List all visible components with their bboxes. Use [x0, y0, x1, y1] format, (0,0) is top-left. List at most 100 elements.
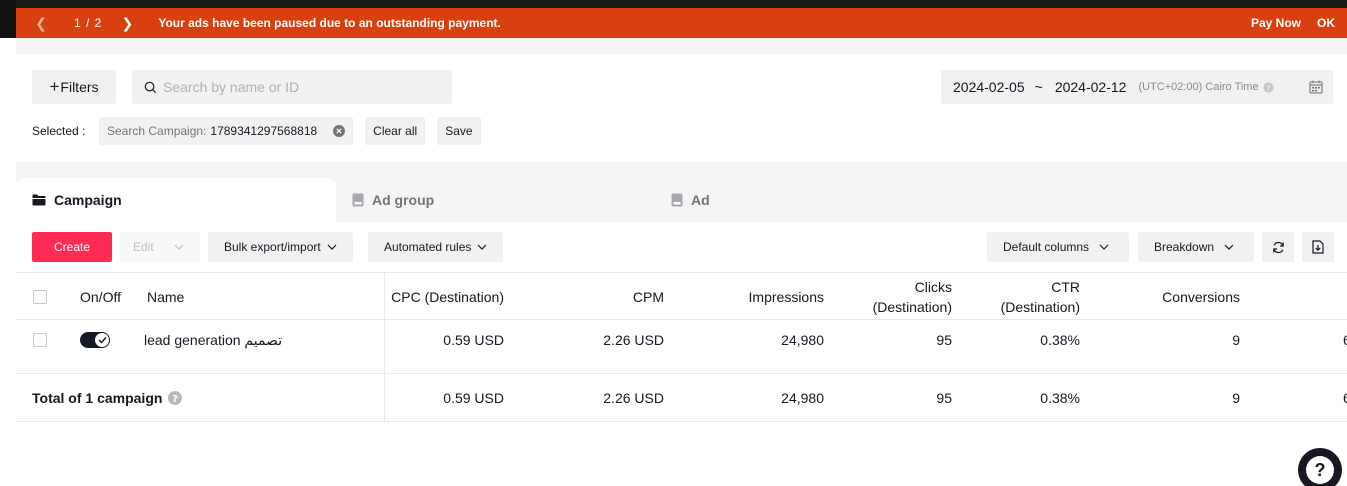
refresh-button[interactable]	[1262, 232, 1294, 262]
chevron-down-icon	[477, 244, 487, 250]
chevron-down-icon	[327, 244, 337, 250]
select-all-cell	[33, 273, 47, 320]
header-clicks[interactable]: Clicks (Destination)	[832, 273, 952, 320]
search-icon	[144, 81, 157, 93]
row-checkbox[interactable]	[33, 333, 47, 347]
payment-alert-banner: ❮ 1 / 2 ❯ Your ads have been paused due …	[16, 8, 1347, 38]
header-name[interactable]: Name	[147, 273, 184, 320]
rules-label: Automated rules	[384, 240, 472, 254]
chevron-down-icon	[174, 244, 184, 250]
banner-message: Your ads have been paused due to an outs…	[158, 16, 501, 30]
tab-label: Ad group	[372, 192, 435, 208]
search-box[interactable]	[132, 70, 452, 104]
banner-pager: ❮ 1 / 2 ❯	[32, 15, 136, 32]
svg-text:?: ?	[1266, 83, 1270, 92]
select-all-checkbox[interactable]	[33, 289, 47, 304]
cell-cpm: 2.26 USD	[603, 332, 664, 348]
filters-label: Filters	[60, 79, 99, 95]
question-icon: ?	[1306, 456, 1334, 484]
cell-clicks: 95	[936, 332, 952, 348]
header-ctr[interactable]: CTR (Destination)	[960, 273, 1080, 320]
header-conversions[interactable]: Conversions	[1120, 273, 1240, 320]
date-separator: ~	[1034, 79, 1043, 95]
calendar-icon[interactable]	[1309, 80, 1323, 94]
fixed-column-divider	[384, 374, 385, 421]
tab-ad[interactable]: Ad	[671, 178, 710, 222]
date-end: 2024-02-12	[1054, 79, 1127, 95]
selected-filters-row: Selected : Search Campaign: 178934129756…	[32, 117, 481, 145]
pay-now-link[interactable]: Pay Now	[1251, 16, 1301, 30]
table-toolbar: Create Edit Bulk export/import Automated…	[16, 232, 1347, 262]
total-label: Total of 1 campaign ?	[32, 388, 183, 408]
filter-tag-value: 1789341297568818	[210, 124, 318, 138]
selected-label: Selected :	[32, 124, 86, 138]
chevron-down-icon	[1224, 244, 1234, 250]
automated-rules-button[interactable]: Automated rules	[368, 232, 504, 262]
chevron-left-icon[interactable]: ❮	[32, 15, 50, 32]
ad-icon	[671, 193, 683, 207]
plus-icon: +	[49, 77, 60, 96]
date-range-picker[interactable]: 2024-02-05 ~ 2024-02-12 (UTC+02:00) Cair…	[941, 70, 1333, 104]
filter-panel: + Filters 2024-02-05 ~ 2024-02-12 (UTC+0…	[16, 54, 1347, 162]
fixed-column-divider	[384, 320, 385, 373]
default-columns-button[interactable]: Default columns	[987, 232, 1129, 262]
svg-text:?: ?	[173, 394, 179, 405]
edit-button[interactable]: Edit	[120, 232, 200, 262]
tab-label: Ad	[691, 192, 710, 208]
banner-page-indicator: 1 / 2	[74, 16, 103, 30]
edit-label: Edit	[133, 240, 154, 254]
cell-conversions: 9	[1232, 332, 1240, 348]
ad-group-icon	[352, 193, 364, 207]
export-file-icon	[1312, 240, 1324, 254]
help-button[interactable]: ?	[1298, 448, 1342, 486]
close-icon[interactable]	[333, 125, 346, 137]
check-icon	[98, 337, 107, 344]
campaign-table-panel: Create Edit Bulk export/import Automated…	[16, 222, 1347, 486]
export-button[interactable]	[1302, 232, 1334, 262]
header-cpc[interactable]: CPC (Destination)	[384, 273, 504, 320]
help-circle-icon[interactable]: ?	[168, 391, 183, 405]
tab-label: Campaign	[54, 192, 122, 208]
breakdown-button[interactable]: Breakdown	[1138, 232, 1254, 262]
header-on-off[interactable]: On/Off	[80, 273, 121, 320]
bulk-export-import-button[interactable]: Bulk export/import	[208, 232, 353, 262]
date-start: 2024-02-05	[953, 79, 1025, 95]
fixed-column-divider	[384, 273, 385, 319]
total-conversions: 9	[1232, 390, 1240, 406]
clear-all-button[interactable]: Clear all	[365, 117, 426, 145]
header-impressions[interactable]: Impressions	[704, 273, 824, 320]
timezone-label: (UTC+02:00) Cairo Time	[1138, 81, 1259, 93]
filter-tag-key: Search Campaign:	[107, 124, 207, 138]
cell-impressions: 24,980	[781, 332, 824, 348]
filters-button[interactable]: + Filters	[32, 70, 116, 104]
table-row[interactable]: lead generation تصميم 0.59 USD 2.26 USD …	[16, 320, 1347, 374]
total-ctr: 0.38%	[1040, 390, 1080, 406]
left-edge	[0, 0, 16, 486]
save-filter-button[interactable]: Save	[437, 117, 481, 145]
campaign-table: On/Off Name CPC (Destination) CPM Impres…	[16, 272, 1347, 422]
header-cpm[interactable]: CPM	[544, 273, 664, 320]
total-cpm: 2.26 USD	[603, 390, 664, 406]
ok-link[interactable]: OK	[1317, 16, 1335, 30]
info-icon: ?	[1263, 81, 1274, 93]
create-button[interactable]: Create	[32, 232, 112, 262]
columns-label: Default columns	[1003, 240, 1090, 254]
status-toggle[interactable]	[80, 332, 110, 348]
chevron-right-icon[interactable]: ❯	[118, 15, 136, 32]
level-tabs: Campaign Ad group Ad	[16, 178, 1347, 222]
window-top-strip	[0, 0, 1347, 8]
header-clicks-line2: (Destination)	[872, 298, 952, 315]
tab-campaign[interactable]: Campaign	[16, 178, 336, 222]
filter-tag: Search Campaign: 1789341297568818	[99, 117, 354, 145]
tab-ad-group[interactable]: Ad group	[352, 178, 434, 222]
total-overflow: 6	[1343, 390, 1347, 406]
campaign-name-link[interactable]: lead generation تصميم	[144, 330, 282, 350]
status-toggle-cell	[80, 330, 110, 350]
search-input[interactable]	[163, 79, 423, 95]
header-clicks-line1: Clicks	[914, 278, 952, 295]
header-ctr-line1: CTR	[1051, 278, 1080, 295]
total-cpc: 0.59 USD	[443, 390, 504, 406]
total-clicks: 95	[936, 390, 952, 406]
total-impressions: 24,980	[781, 390, 824, 406]
cell-cpc: 0.59 USD	[443, 332, 504, 348]
